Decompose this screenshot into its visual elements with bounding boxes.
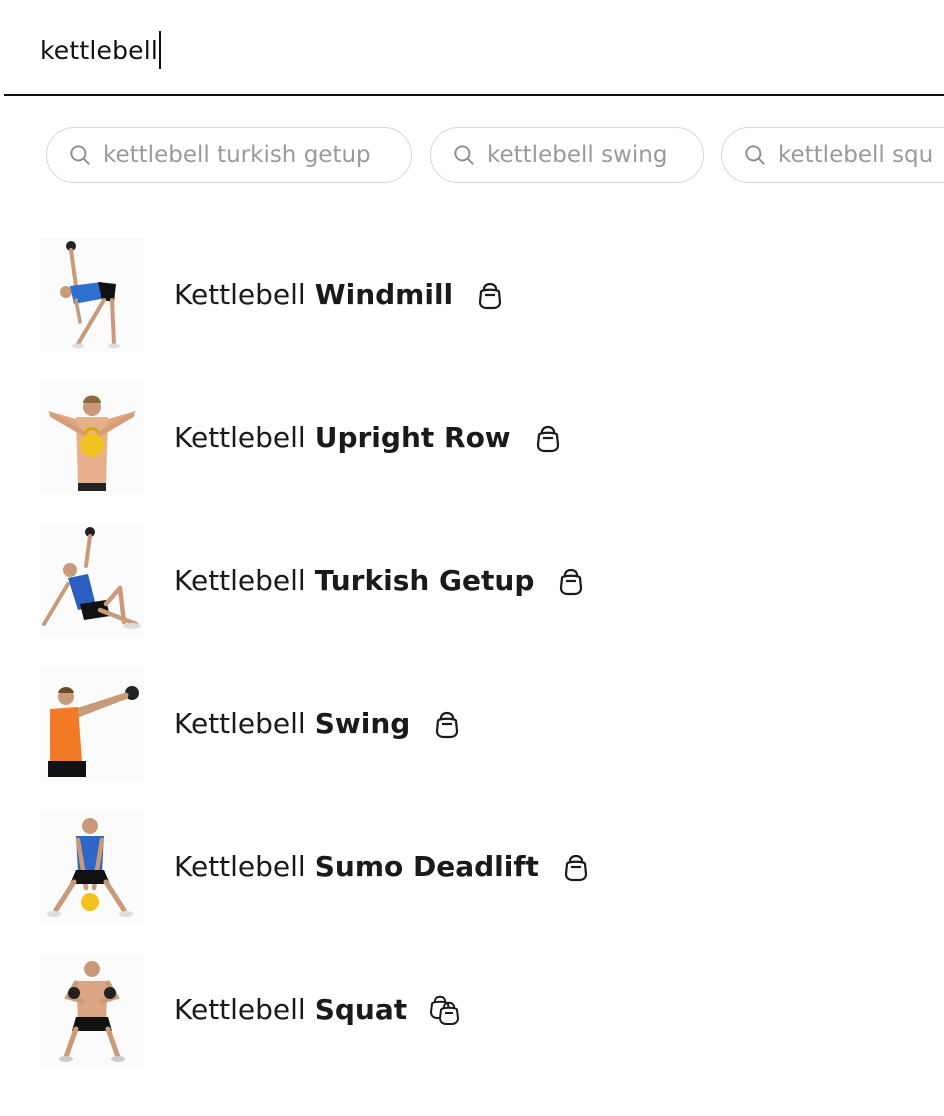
kettlebell-icon <box>560 568 583 596</box>
search-icon <box>454 145 474 165</box>
suggestion-chips: kettlebell turkish getup kettlebell swin… <box>46 127 944 187</box>
exercise-thumbnail <box>40 381 144 495</box>
exercise-name: Swing <box>314 706 411 740</box>
search-icon <box>745 145 765 165</box>
exercise-title: Kettlebell Upright Row <box>174 417 563 457</box>
exercise-row-upright-row[interactable]: Kettlebell Upright Row <box>0 373 944 503</box>
kettlebell-icon <box>564 854 588 882</box>
exercise-title: Kettlebell Sumo Deadlift <box>174 846 591 886</box>
exercise-title: Kettlebell Squat <box>174 989 463 1029</box>
exercise-prefix: Kettlebell <box>174 706 306 740</box>
kettlebell-icon <box>479 282 502 310</box>
suggestion-chip[interactable]: kettlebell turkish getup <box>46 127 412 183</box>
kettlebell-icon <box>436 711 459 739</box>
suggestion-chip[interactable]: kettlebell squ <box>721 127 944 183</box>
suggestion-chip[interactable]: kettlebell swing <box>430 127 704 183</box>
suggestion-label: kettlebell swing <box>487 142 668 168</box>
exercise-prefix: Kettlebell <box>174 277 306 311</box>
exercise-title: Kettlebell Turkish Getup <box>174 560 586 600</box>
exercise-row-swing[interactable]: Kettlebell Swing <box>0 659 944 789</box>
exercise-name: Turkish Getup <box>314 563 535 597</box>
suggestion-label: kettlebell turkish getup <box>103 142 371 168</box>
exercise-prefix: Kettlebell <box>174 992 306 1026</box>
exercise-thumbnail <box>40 524 144 638</box>
exercise-name: Upright Row <box>314 420 511 454</box>
exercise-row-windmill[interactable]: Kettlebell Windmill <box>0 230 944 360</box>
exercise-title: Kettlebell Windmill <box>174 274 505 314</box>
exercise-name: Windmill <box>314 277 454 311</box>
exercise-row-sumo-deadlift[interactable]: Kettlebell Sumo Deadlift <box>0 802 944 932</box>
exercise-thumbnail <box>40 953 144 1067</box>
exercise-title: Kettlebell Swing <box>174 703 462 743</box>
search-icon <box>70 145 90 165</box>
exercise-row-turkish-getup[interactable]: Kettlebell Turkish Getup <box>0 516 944 646</box>
search-divider <box>4 94 944 96</box>
kettlebell-icon <box>536 425 559 453</box>
exercise-name: Sumo Deadlift <box>314 849 539 883</box>
search-query: kettlebell <box>40 35 159 65</box>
double-kettlebell-icon <box>430 995 460 1025</box>
exercise-prefix: Kettlebell <box>174 563 306 597</box>
exercise-row-squat[interactable]: Kettlebell Squat <box>0 945 944 1075</box>
suggestion-label: kettlebell squ <box>778 142 934 168</box>
exercise-name: Squat <box>314 992 408 1026</box>
exercise-thumbnail <box>40 667 144 781</box>
search-bar: kettlebell <box>0 0 944 96</box>
exercise-thumbnail <box>40 810 144 924</box>
exercise-prefix: Kettlebell <box>174 420 306 454</box>
exercise-thumbnail <box>40 238 144 352</box>
text-caret <box>159 31 162 69</box>
exercise-prefix: Kettlebell <box>174 849 306 883</box>
search-input[interactable]: kettlebell <box>40 30 162 70</box>
